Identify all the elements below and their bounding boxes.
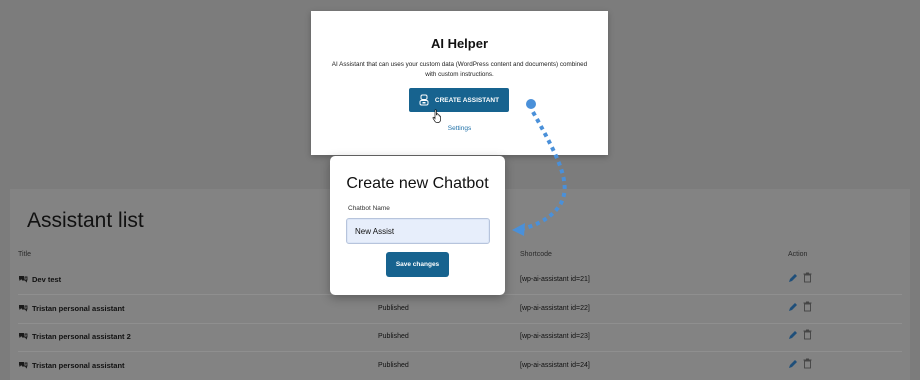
arrow-path <box>521 111 567 231</box>
arrow-start-dot <box>526 99 536 109</box>
arrow-head <box>512 223 525 236</box>
annotation-arrow <box>512 99 567 236</box>
